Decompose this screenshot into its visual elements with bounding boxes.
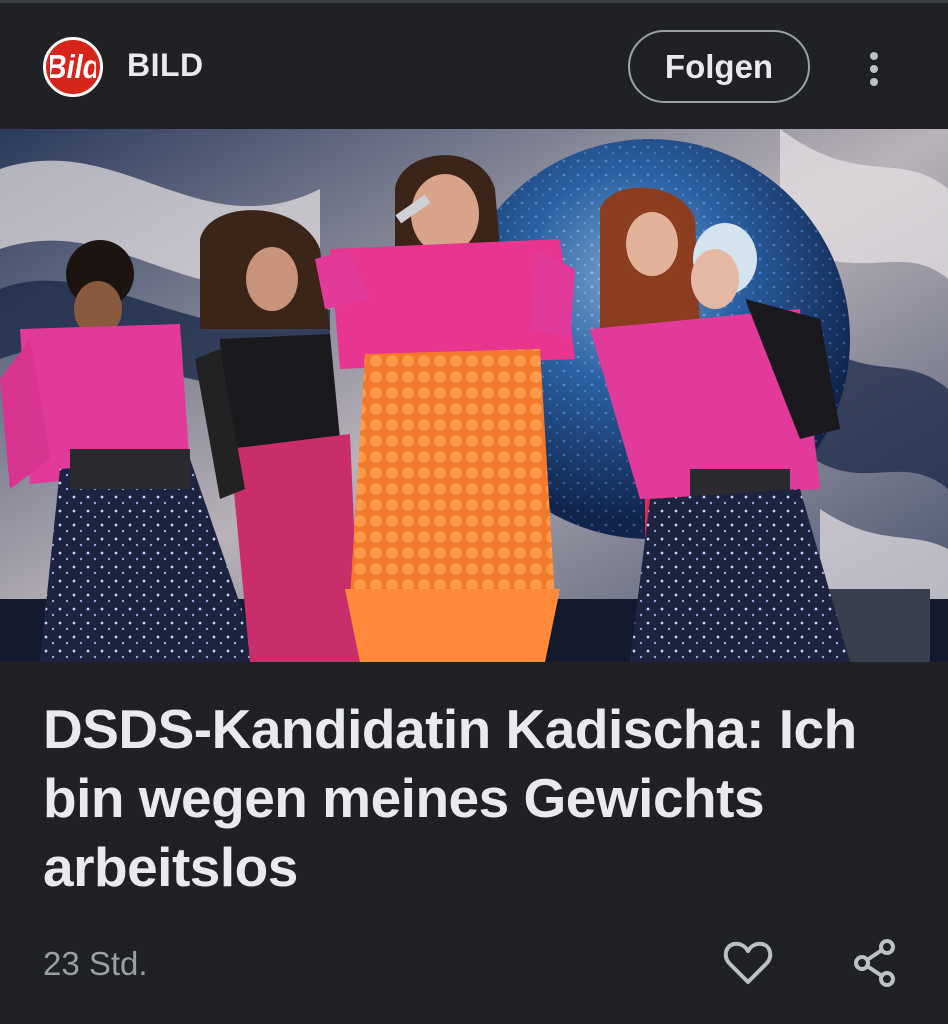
article-timestamp: 23 Std. (43, 945, 148, 982)
bild-logo[interactable]: Bild (43, 37, 103, 97)
bild-logo-mark: Bild (50, 48, 96, 85)
article-image[interactable] (0, 129, 948, 662)
logo-lettering: Bild (50, 48, 96, 85)
more-vert-icon[interactable] (858, 47, 890, 91)
follow-button[interactable]: Folgen (628, 30, 810, 103)
article-headline[interactable]: DSDS-Kandidatin Kadischa: Ich bin wegen … (43, 695, 913, 902)
source-name[interactable]: BILD (127, 45, 204, 85)
share-icon[interactable] (852, 938, 898, 988)
heart-icon[interactable] (722, 938, 774, 988)
source-header: Bild BILD Folgen (0, 3, 948, 129)
stage-photo (0, 129, 948, 662)
